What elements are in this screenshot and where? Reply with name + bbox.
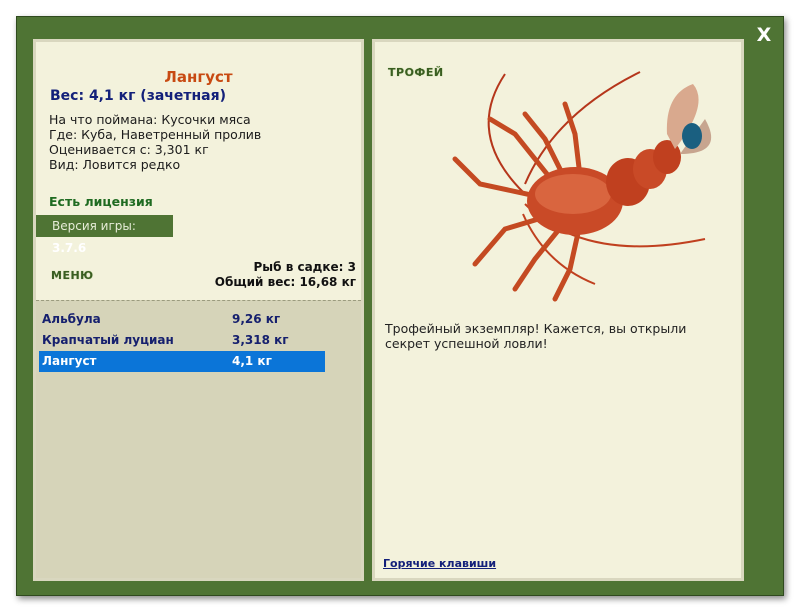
keepnet-row-name: Крапчатый луциан — [42, 333, 174, 347]
fish-rarity: Вид: Ловится редко — [49, 157, 181, 172]
fish-weight: Вес: 4,1 кг (зачетная) — [50, 88, 227, 104]
trophy-description: Трофейный экземпляр! Кажется, вы открыли… — [385, 321, 687, 351]
fish-info-panel: Лангуст Вес: 4,1 кг (зачетная) На что по… — [33, 39, 364, 581]
keepnet-row[interactable]: Альбула 9,26 кг — [39, 309, 325, 330]
keepnet-row-weight: 9,26 кг — [232, 312, 281, 326]
version-badge: Версия игры: 3.7.6 — [36, 215, 173, 255]
fish-bait: На что поймана: Кусочки мяса — [49, 112, 251, 127]
keepnet-row-name: Альбула — [42, 312, 101, 326]
keepnet-count: Рыб в садке: 3 — [253, 260, 357, 274]
keepnet-list: Альбула 9,26 кг Крапчатый луциан 3,318 к… — [36, 300, 361, 578]
close-button[interactable]: X — [755, 25, 773, 45]
fish-name: Лангуст — [164, 68, 233, 86]
hotkeys-link[interactable]: Горячие клавиши — [383, 557, 496, 570]
keepnet-row-selected[interactable]: Лангуст 4,1 кг — [39, 351, 325, 372]
version-value: 3.7.6 — [52, 241, 87, 255]
version-label: Версия игры: — [52, 219, 136, 233]
keepnet-row[interactable]: Крапчатый луциан 3,318 кг — [39, 330, 325, 351]
keepnet-total-weight: Общий вес: 16,68 кг — [214, 275, 356, 289]
fish-location: Где: Куба, Наветренный пролив — [49, 127, 262, 142]
keepnet-stats: Рыб в садке: 3 Общий вес: 16,68 кг — [215, 260, 356, 290]
menu-button[interactable]: МЕНЮ — [51, 269, 94, 282]
fish-valuation: Оценивается с: 3,301 кг — [49, 142, 209, 157]
trophy-panel: ТРОФЕЙ Трофейный экземпляр! Кажется, вы … — [372, 39, 744, 581]
keepnet-row-weight: 4,1 кг — [232, 354, 272, 368]
keepnet-row-name: Лангуст — [42, 354, 97, 368]
license-status: Есть лицензия — [49, 194, 153, 209]
keepnet-row-weight: 3,318 кг — [232, 333, 289, 347]
lobster-image — [452, 71, 712, 302]
